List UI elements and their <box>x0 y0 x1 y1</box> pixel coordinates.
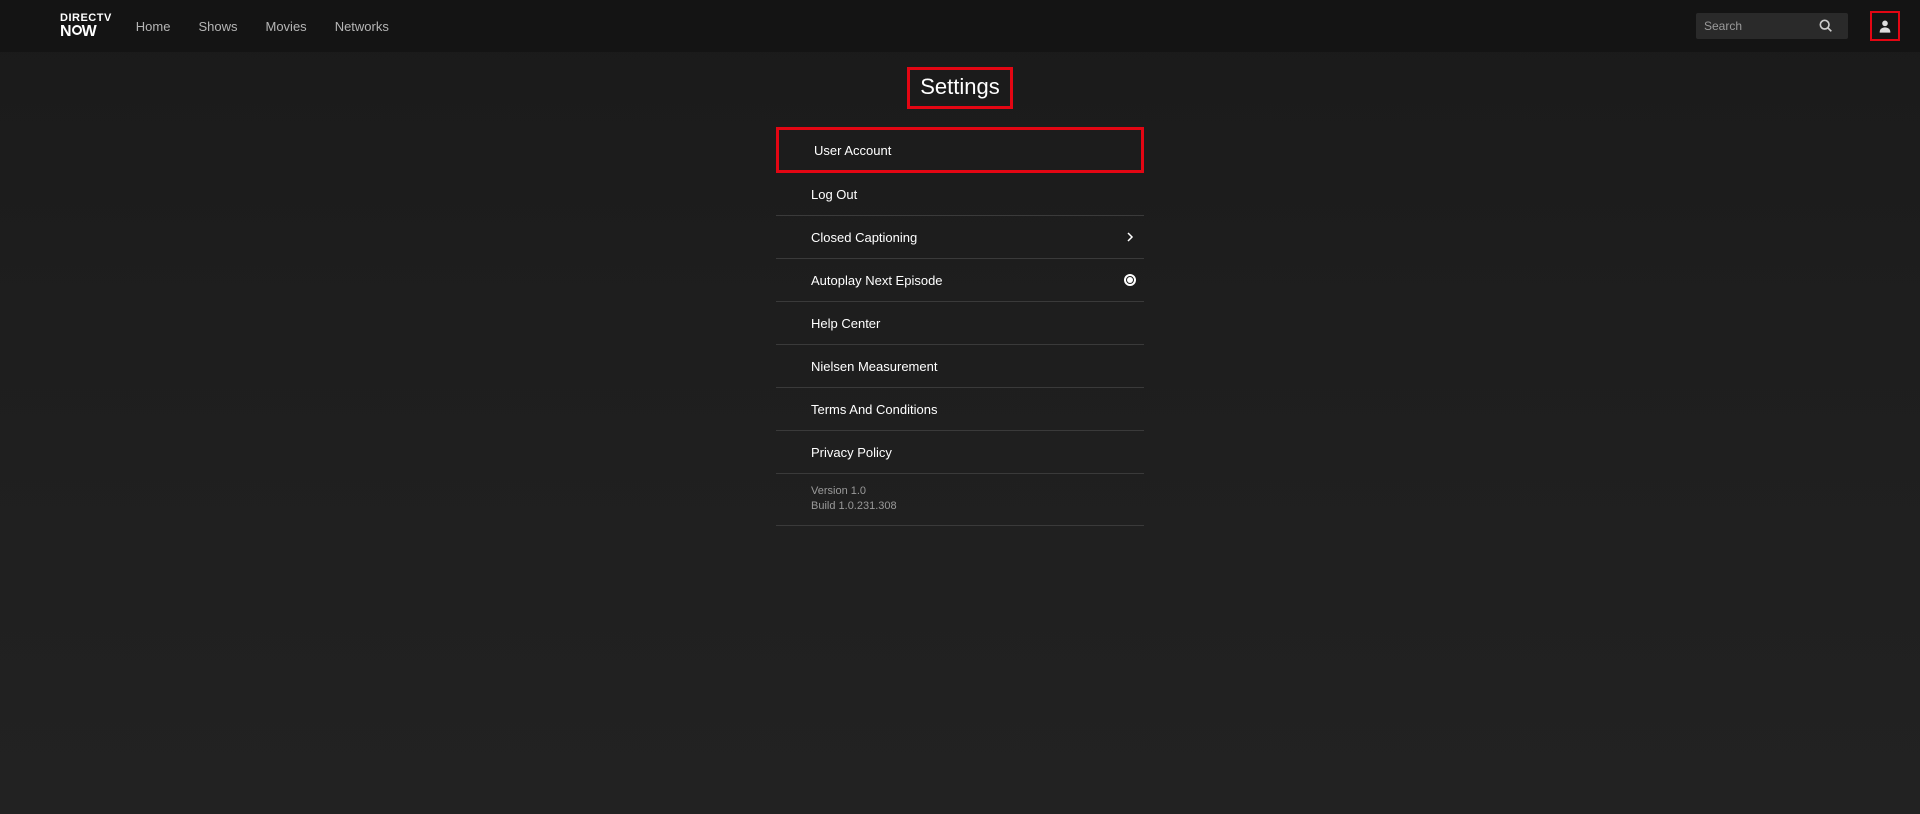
version-label: Version 1.0 <box>811 484 1144 499</box>
settings-row-closed-captioning[interactable]: Closed Captioning <box>776 216 1144 259</box>
settings-row-log-out[interactable]: Log Out <box>776 173 1144 216</box>
user-menu-button[interactable] <box>1870 11 1900 41</box>
nav-networks[interactable]: Networks <box>335 19 389 34</box>
settings-row-nielsen[interactable]: Nielsen Measurement <box>776 345 1144 388</box>
settings-row-help-center[interactable]: Help Center <box>776 302 1144 345</box>
settings-row-label: Terms And Conditions <box>811 402 937 417</box>
nav-shows[interactable]: Shows <box>198 19 237 34</box>
settings-row-terms[interactable]: Terms And Conditions <box>776 388 1144 431</box>
settings-row-label: Closed Captioning <box>811 230 917 245</box>
page-title: Settings <box>920 74 1000 100</box>
row-right <box>1124 274 1136 286</box>
search-icon[interactable] <box>1818 18 1834 34</box>
chevron-right-icon <box>1124 231 1136 243</box>
settings-row-label: Nielsen Measurement <box>811 359 937 374</box>
user-icon <box>1877 18 1893 34</box>
row-right <box>1124 231 1136 243</box>
build-label: Build 1.0.231.308 <box>811 499 1144 514</box>
settings-row-autoplay[interactable]: Autoplay Next Episode <box>776 259 1144 302</box>
brand-line1: DIRECTV <box>60 13 112 24</box>
radio-on-icon[interactable] <box>1124 274 1136 286</box>
settings-row-user-account[interactable]: User Account <box>776 127 1144 173</box>
nav-movies[interactable]: Movies <box>266 19 307 34</box>
brand-line2: NW <box>60 24 112 40</box>
nav-home[interactable]: Home <box>136 19 171 34</box>
main-content: Settings User Account Log Out Closed Cap… <box>0 52 1920 526</box>
settings-version-row: Version 1.0 Build 1.0.231.308 <box>776 474 1144 526</box>
settings-row-privacy[interactable]: Privacy Policy <box>776 431 1144 474</box>
main-nav: Home Shows Movies Networks <box>136 19 389 34</box>
settings-row-label: Log Out <box>811 187 857 202</box>
settings-row-label: Help Center <box>811 316 880 331</box>
settings-row-label: Autoplay Next Episode <box>811 273 943 288</box>
page-title-box: Settings <box>907 67 1013 109</box>
app-header: DIRECTV NW Home Shows Movies Networks <box>0 0 1920 52</box>
search-input[interactable] <box>1704 19 1814 33</box>
settings-row-label: Privacy Policy <box>811 445 892 460</box>
brand-logo: DIRECTV NW <box>60 13 112 40</box>
settings-row-label: User Account <box>814 143 891 158</box>
search-box[interactable] <box>1696 13 1848 39</box>
settings-list: User Account Log Out Closed Captioning A… <box>776 127 1144 526</box>
